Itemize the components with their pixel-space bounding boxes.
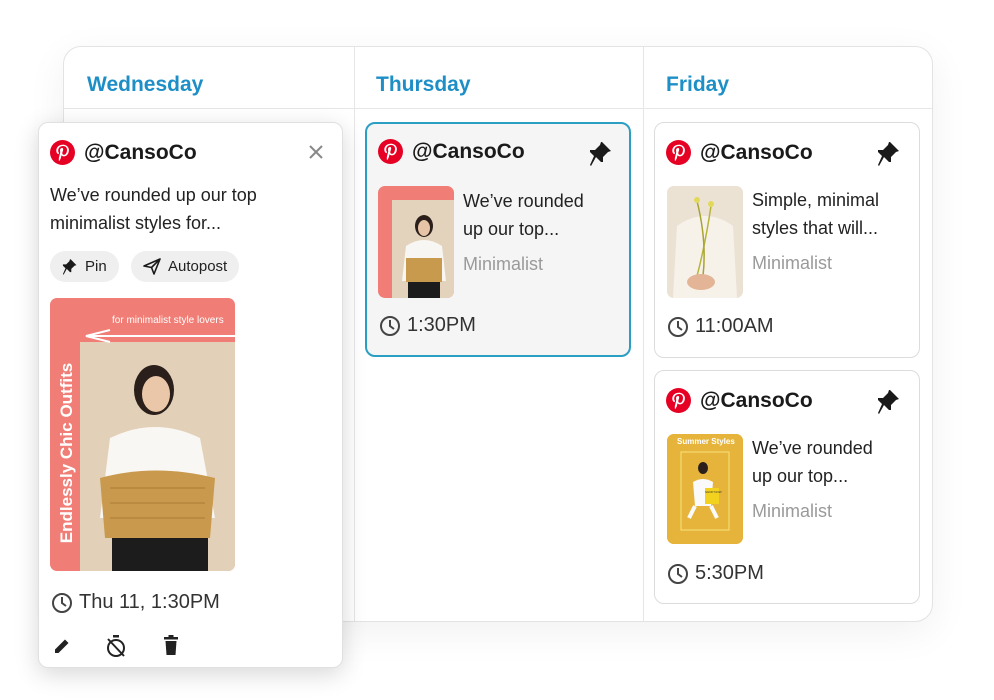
column-divider xyxy=(354,47,355,621)
account-handle: @CansoCo xyxy=(700,388,813,412)
send-icon xyxy=(143,258,161,275)
account-row: @CansoCo xyxy=(666,388,813,413)
account-row: @CansoCo xyxy=(666,140,813,165)
edit-icon[interactable] xyxy=(52,636,72,656)
post-image[interactable]: for minimalist style lovers Endlessly Ch… xyxy=(50,298,235,571)
scheduled-time: 1:30PM xyxy=(379,314,476,337)
board-name: Minimalist xyxy=(752,253,833,273)
clock-icon xyxy=(668,563,688,584)
account-handle: @CansoCo xyxy=(412,139,525,163)
image-title-text: Endlessly Chic Outfits xyxy=(57,362,76,544)
column-divider xyxy=(643,47,644,621)
scheduled-time: 11:00AM xyxy=(667,315,774,338)
account-row: @CansoCo xyxy=(378,139,525,164)
account-handle: @CansoCo xyxy=(700,140,813,164)
post-thumbnail[interactable]: Summer Styles SHOP NOW xyxy=(667,434,743,544)
post-detail-popup: @CansoCo We’ve rounded up our top minima… xyxy=(38,122,343,668)
day-header-wednesday: Wednesday xyxy=(87,73,204,96)
day-header-friday: Friday xyxy=(666,73,730,96)
image-banner-text: for minimalist style lovers xyxy=(112,315,224,326)
pushpin-icon xyxy=(62,258,77,275)
clock-icon xyxy=(52,592,72,613)
header-divider xyxy=(64,108,932,109)
account-handle: @CansoCo xyxy=(84,140,197,164)
pinterest-icon xyxy=(378,139,403,164)
post-card-friday-1[interactable]: @CansoCo Simple, minimal styles that wil… xyxy=(654,122,920,358)
post-card-thursday[interactable]: @CansoCo We’ve rounded up our top... Min… xyxy=(365,122,631,357)
scheduled-time: 5:30PM xyxy=(667,562,764,585)
trash-icon[interactable] xyxy=(163,635,179,655)
post-text: We’ve rounded up our top... xyxy=(752,438,873,486)
board-name: Minimalist xyxy=(752,501,833,521)
thumbnail-tag: SHOP NOW xyxy=(705,490,722,494)
account-row: @CansoCo xyxy=(50,140,197,165)
clock-icon xyxy=(668,316,688,337)
clock-icon xyxy=(380,315,400,336)
scheduled-time: Thu 11, 1:30PM xyxy=(51,591,220,614)
thumbnail-title: Summer Styles xyxy=(677,437,735,446)
pinterest-icon xyxy=(666,388,691,413)
post-thumbnail[interactable] xyxy=(667,186,743,298)
pushpin-icon[interactable] xyxy=(877,388,901,416)
post-text: We’ve rounded up our top... xyxy=(463,191,584,239)
pinterest-icon xyxy=(666,140,691,165)
post-text: Simple, minimal styles that will... xyxy=(752,190,880,238)
board-name: Minimalist xyxy=(463,254,544,274)
post-thumbnail[interactable] xyxy=(378,186,454,298)
post-text: We’ve rounded up our top minimalist styl… xyxy=(50,185,257,233)
pin-button[interactable]: Pin xyxy=(50,251,119,282)
pinterest-icon xyxy=(50,140,75,165)
pushpin-icon[interactable] xyxy=(877,140,901,168)
day-header-thursday: Thursday xyxy=(376,73,471,96)
autopost-button[interactable]: Autopost xyxy=(131,251,240,282)
timer-off-icon[interactable] xyxy=(105,634,127,658)
post-card-friday-2[interactable]: @CansoCo Summer Styles SHOP NOW We’ve ro… xyxy=(654,370,920,604)
close-icon[interactable] xyxy=(308,144,324,160)
pushpin-icon[interactable] xyxy=(589,140,613,168)
